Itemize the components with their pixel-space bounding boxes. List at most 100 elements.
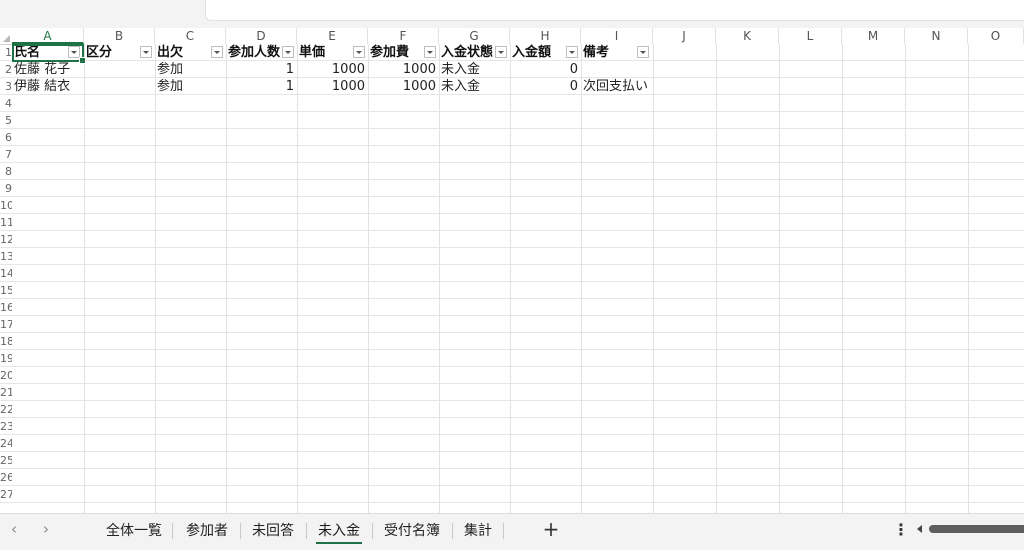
row-header[interactable]: 22 — [0, 401, 12, 418]
filter-dropdown-icon[interactable] — [424, 46, 436, 58]
row-header[interactable]: 18 — [0, 333, 12, 350]
table-cell[interactable]: 0 — [510, 61, 581, 78]
column-header-b[interactable]: B — [84, 28, 155, 44]
table-header-unit-price[interactable]: 単価 — [297, 44, 353, 61]
filter-dropdown-icon[interactable] — [495, 46, 507, 58]
horizontal-scrollbar[interactable] — [913, 522, 1024, 536]
row-header[interactable]: 19 — [0, 350, 12, 367]
filter-dropdown-icon[interactable] — [68, 46, 80, 58]
table-cell[interactable]: 1000 — [297, 61, 368, 78]
table-cell[interactable]: 未入金 — [439, 78, 510, 95]
row-header[interactable]: 26 — [0, 469, 12, 486]
sheet-tab-unpaid[interactable]: 未入金 — [314, 520, 364, 544]
table-cell[interactable] — [84, 61, 155, 78]
table-cell[interactable]: 次回支払い — [581, 78, 653, 95]
row-header[interactable]: 3 — [0, 78, 12, 95]
row-header[interactable]: 17 — [0, 316, 12, 333]
sheet-tab-reception-list[interactable]: 受付名簿 — [380, 520, 444, 542]
row-header[interactable]: 24 — [0, 435, 12, 452]
row-header[interactable]: 4 — [0, 95, 12, 112]
column-header-i[interactable]: I — [581, 28, 653, 44]
column-header-m[interactable]: M — [842, 28, 905, 44]
row-header[interactable]: 27 — [0, 486, 12, 503]
table-cell[interactable]: 1 — [226, 61, 297, 78]
table-cell[interactable]: 0 — [510, 78, 581, 95]
table-header-payment-status[interactable]: 入金状態 — [439, 44, 495, 61]
column-header-j[interactable]: J — [653, 28, 716, 44]
sheet-tab-no-response[interactable]: 未回答 — [248, 520, 298, 542]
row-header[interactable]: 9 — [0, 180, 12, 197]
gridline — [510, 44, 511, 513]
cell-grid[interactable] — [12, 44, 1024, 513]
filter-dropdown-icon[interactable] — [353, 46, 365, 58]
table-cell[interactable] — [84, 78, 155, 95]
sheet-tab-overview[interactable]: 全体一覧 — [102, 520, 166, 542]
table-header-category[interactable]: 区分 — [84, 44, 140, 61]
tab-divider — [306, 523, 307, 539]
filter-dropdown-icon[interactable] — [211, 46, 223, 58]
row-header[interactable]: 21 — [0, 384, 12, 401]
gridline — [653, 44, 654, 513]
table-cell[interactable]: 参加 — [155, 61, 226, 78]
filter-dropdown-icon[interactable] — [140, 46, 152, 58]
table-header-attendance[interactable]: 出欠 — [155, 44, 211, 61]
column-header-h[interactable]: H — [510, 28, 581, 44]
row-header[interactable]: 12 — [0, 231, 12, 248]
filter-dropdown-icon[interactable] — [566, 46, 578, 58]
more-options-icon[interactable]: ⋮ — [893, 520, 909, 540]
row-header[interactable]: 8 — [0, 163, 12, 180]
row-header[interactable]: 10 — [0, 197, 12, 214]
row-header[interactable]: 20 — [0, 367, 12, 384]
formula-input[interactable] — [205, 0, 1024, 21]
column-header-d[interactable]: D — [226, 28, 297, 44]
table-header-notes[interactable]: 備考 — [581, 44, 637, 61]
row-header[interactable]: 5 — [0, 112, 12, 129]
row-header[interactable]: 14 — [0, 265, 12, 282]
column-header-a[interactable]: A — [12, 28, 84, 44]
table-cell[interactable]: 1 — [226, 78, 297, 95]
column-header-l[interactable]: L — [779, 28, 842, 44]
sheet-tab-summary[interactable]: 集計 — [460, 520, 496, 542]
table-cell[interactable]: 1000 — [368, 78, 439, 95]
row-header[interactable]: 13 — [0, 248, 12, 265]
row-header[interactable]: 15 — [0, 282, 12, 299]
table-header-count[interactable]: 参加人数 — [226, 44, 282, 61]
scrollbar-thumb[interactable] — [929, 525, 1024, 533]
gridline — [226, 44, 227, 513]
table-cell[interactable]: 1000 — [297, 78, 368, 95]
add-sheet-button[interactable]: + — [542, 518, 560, 540]
table-header-name[interactable]: 氏名 — [12, 44, 70, 61]
select-all-corner[interactable] — [0, 28, 12, 44]
table-cell[interactable]: 1000 — [368, 61, 439, 78]
row-header[interactable]: 25 — [0, 452, 12, 469]
row-header[interactable]: 11 — [0, 214, 12, 231]
column-header-g[interactable]: G — [439, 28, 510, 44]
next-sheet-arrow-icon[interactable]: › — [38, 520, 54, 538]
table-cell[interactable]: 未入金 — [439, 61, 510, 78]
table-header-paid-amount[interactable]: 入金額 — [510, 44, 566, 61]
column-header-c[interactable]: C — [155, 28, 226, 44]
row-header[interactable]: 2 — [0, 61, 12, 78]
row-header[interactable]: 6 — [0, 129, 12, 146]
table-cell[interactable] — [581, 61, 653, 78]
sheet-tab-label: 未入金 — [318, 523, 360, 539]
table-cell[interactable]: 佐藤 花子 — [12, 61, 84, 78]
prev-sheet-arrow-icon[interactable]: ‹ — [6, 520, 22, 538]
row-header[interactable]: 16 — [0, 299, 12, 316]
table-cell[interactable]: 参加 — [155, 78, 226, 95]
column-header-k[interactable]: K — [716, 28, 779, 44]
filter-dropdown-icon[interactable] — [282, 46, 294, 58]
filter-dropdown-icon[interactable] — [637, 46, 649, 58]
scroll-left-arrow-icon[interactable] — [917, 525, 922, 533]
column-header-e[interactable]: E — [297, 28, 368, 44]
sheet-tab-participants[interactable]: 参加者 — [182, 520, 232, 542]
row-header[interactable]: 1 — [0, 44, 12, 61]
column-header-o[interactable]: O — [968, 28, 1024, 44]
table-cell[interactable]: 伊藤 結衣 — [12, 78, 84, 95]
table-header-fee[interactable]: 参加費 — [368, 44, 424, 61]
column-header-f[interactable]: F — [368, 28, 439, 44]
tab-divider — [372, 523, 373, 539]
row-header[interactable]: 23 — [0, 418, 12, 435]
row-header[interactable]: 7 — [0, 146, 12, 163]
column-header-n[interactable]: N — [905, 28, 968, 44]
